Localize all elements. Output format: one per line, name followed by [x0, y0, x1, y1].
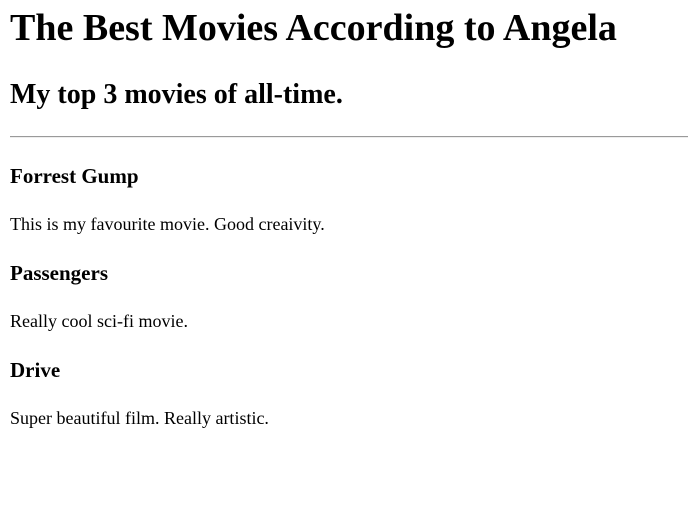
- horizontal-divider: [10, 136, 688, 138]
- page-subtitle: My top 3 movies of all-time.: [10, 79, 343, 110]
- page: The Best Movies According to Angela My t…: [0, 0, 688, 522]
- movie-title-passengers: Passengers: [10, 261, 108, 285]
- movie-title-forrest-gump: Forrest Gump: [10, 164, 139, 188]
- movie-description-drive: Super beautiful film. Really artistic.: [10, 408, 269, 428]
- movie-description-passengers: Really cool sci-fi movie.: [10, 311, 188, 331]
- movie-title-drive: Drive: [10, 358, 61, 382]
- page-title: The Best Movies According to Angela: [10, 7, 617, 49]
- movie-description-forrest-gump: This is my favourite movie. Good creaivi…: [10, 214, 325, 234]
